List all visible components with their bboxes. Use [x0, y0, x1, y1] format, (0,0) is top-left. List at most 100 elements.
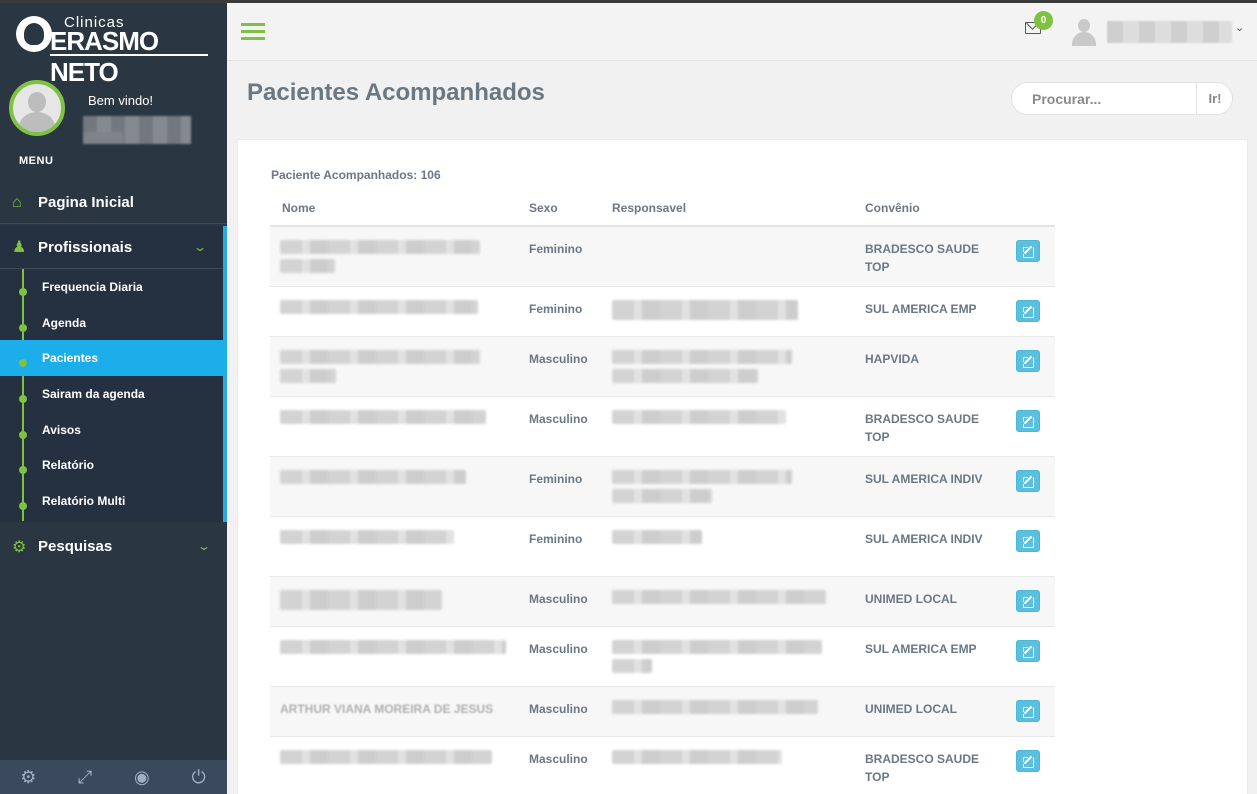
- cell-convenio: SUL AMERICA INDIV: [865, 455, 1005, 516]
- cell-convenio: HAPVIDA: [865, 335, 1005, 396]
- gear-icon[interactable]: ⚙: [0, 767, 56, 788]
- cell-convenio: UNIMED LOCAL: [865, 575, 1005, 626]
- edit-icon[interactable]: [1016, 240, 1040, 262]
- cell-responsavel: [612, 395, 865, 456]
- sidebar-subitem-relatorio[interactable]: Relatório: [0, 447, 223, 483]
- cell-nome: [270, 575, 529, 626]
- sidebar-subitem-label: Frequencia Diaria: [42, 279, 143, 294]
- sidebar-subitem-pacientes[interactable]: Pacientes: [0, 340, 227, 377]
- redacted-text: [612, 488, 712, 503]
- user-name-redacted[interactable]: [1107, 21, 1232, 43]
- cell-nome: [270, 285, 529, 336]
- sidebar-subitem-avisos[interactable]: Avisos: [0, 412, 223, 448]
- search-box: Ir!: [1011, 82, 1233, 115]
- notification-badge: 0: [1034, 11, 1053, 30]
- sidebar-subitem-sairam[interactable]: Sairam da agenda: [0, 376, 223, 412]
- cell-convenio: SUL AMERICA INDIV: [865, 515, 1005, 576]
- cell-nome: [270, 735, 529, 794]
- edit-icon[interactable]: [1016, 349, 1040, 372]
- table-row[interactable]: Masculino BRADESCO SAUDE TOP: [270, 735, 1055, 794]
- sidebar-submenu: Frequencia Diaria Agenda Pacientes Saira…: [0, 269, 227, 521]
- sidebar-subitem-relatorio-multi[interactable]: Relatório Multi: [0, 483, 223, 519]
- sidebar-subitem-label: Relatório Multi: [42, 493, 126, 508]
- cell-nome: ARTHUR VIANA MOREIRA DE JESUS: [270, 685, 529, 736]
- sidebar-subitem-label: Sairam da agenda: [42, 386, 145, 401]
- sidebar-item-label: Pagina Inicial: [38, 194, 134, 211]
- table-row[interactable]: Feminino BRADESCO SAUDE TOP: [270, 225, 1055, 286]
- user-avatar-icon[interactable]: [1072, 19, 1096, 47]
- menu-toggle-icon[interactable]: [241, 23, 265, 41]
- logo-mark-icon: [16, 16, 52, 52]
- top-header: 0 ⌄: [227, 3, 1257, 61]
- logo-underline: [50, 54, 208, 56]
- table-row[interactable]: Masculino BRADESCO SAUDE TOP: [270, 395, 1055, 456]
- page-title: Pacientes Acompanhados: [247, 79, 545, 106]
- edit-icon[interactable]: [1016, 699, 1040, 722]
- cell-actions: [1005, 395, 1055, 456]
- sidebar-item-home[interactable]: ⌂ Pagina Inicial: [0, 182, 227, 224]
- patient-name: ARTHUR VIANA MOREIRA DE JESUS: [280, 701, 494, 716]
- table-row[interactable]: Masculino UNIMED LOCAL: [270, 575, 1055, 626]
- column-header-sexo[interactable]: Sexo: [529, 190, 612, 227]
- bullet-icon: [19, 287, 27, 296]
- cogs-icon: ⚙: [12, 538, 27, 556]
- cell-responsavel: [612, 735, 865, 794]
- redacted-text: [612, 469, 792, 484]
- sidebar-footer: ⚙ ⤢ ◉ ⏻: [0, 760, 227, 794]
- avatar-head: [28, 92, 46, 112]
- cell-nome: [270, 625, 529, 686]
- table-row[interactable]: Masculino SUL AMERICA EMP: [270, 625, 1055, 686]
- edit-icon[interactable]: [1016, 749, 1040, 772]
- cell-responsavel: [612, 685, 865, 736]
- redacted-text: [280, 349, 480, 364]
- sidebar-subitem-frequencia[interactable]: Frequencia Diaria: [0, 269, 223, 305]
- redacted-text: [612, 749, 782, 764]
- sidebar-subitem-label: Relatório: [42, 458, 95, 473]
- edit-icon[interactable]: [1016, 299, 1040, 322]
- chevron-down-icon: ⌄: [196, 539, 212, 553]
- table-header-row: Nome Sexo Responsavel Convênio: [270, 190, 1055, 227]
- cell-convenio: SUL AMERICA EMP: [865, 285, 1005, 336]
- edit-icon[interactable]: [1016, 409, 1040, 432]
- fullscreen-icon[interactable]: ⤢: [57, 767, 113, 788]
- sidebar-item-profissionais[interactable]: ♟ Profissionais ⌄: [0, 226, 223, 269]
- edit-icon[interactable]: [1016, 589, 1040, 612]
- redacted-text: [612, 368, 758, 383]
- edit-icon[interactable]: [1016, 469, 1040, 492]
- redacted-text: [612, 589, 826, 604]
- chevron-down-icon[interactable]: ⌄: [1235, 21, 1244, 34]
- redacted-text: [280, 529, 454, 544]
- cell-nome: [270, 335, 529, 396]
- column-header-nome[interactable]: Nome: [270, 190, 529, 227]
- search-button[interactable]: Ir!: [1196, 83, 1233, 114]
- home-icon: ⌂: [12, 193, 22, 211]
- table-row[interactable]: ARTHUR VIANA MOREIRA DE JESUS Masculino …: [270, 685, 1055, 736]
- column-header-responsavel[interactable]: Responsavel: [612, 190, 865, 227]
- table-row[interactable]: Masculino HAPVIDA: [270, 335, 1055, 396]
- cell-sexo: Masculino: [529, 335, 612, 396]
- logo-brand-text: ERASMO NETO: [50, 26, 159, 87]
- sidebar-subitem-agenda[interactable]: Agenda: [0, 305, 223, 341]
- avatar[interactable]: [9, 80, 65, 136]
- cell-convenio: UNIMED LOCAL: [865, 685, 1005, 736]
- cell-actions: [1005, 685, 1055, 736]
- cell-actions: [1005, 515, 1055, 576]
- redacted-text: [612, 639, 822, 654]
- column-header-convenio[interactable]: Convênio: [865, 190, 1005, 227]
- edit-icon[interactable]: [1016, 639, 1040, 662]
- edit-icon[interactable]: [1016, 529, 1040, 552]
- power-icon[interactable]: ⏻: [171, 767, 227, 788]
- sidebar-item-pesquisas[interactable]: ⚙ Pesquisas ⌄: [0, 525, 227, 568]
- user-box: Bem vindo!: [9, 80, 219, 144]
- cell-sexo: Feminino: [529, 285, 612, 336]
- eye-slash-icon[interactable]: ◉: [114, 767, 170, 788]
- table-row[interactable]: Feminino SUL AMERICA INDIV: [270, 515, 1055, 576]
- search-input[interactable]: [1024, 83, 1194, 114]
- logo[interactable]: Clinicas ERASMO NETO: [14, 12, 214, 87]
- cell-convenio: BRADESCO SAUDE TOP: [865, 735, 1005, 794]
- table-row[interactable]: Feminino SUL AMERICA INDIV: [270, 455, 1055, 516]
- cell-responsavel: [612, 455, 865, 516]
- cell-responsavel: [612, 335, 865, 396]
- bullet-icon: [19, 394, 27, 403]
- table-row[interactable]: Feminino SUL AMERICA EMP: [270, 285, 1055, 336]
